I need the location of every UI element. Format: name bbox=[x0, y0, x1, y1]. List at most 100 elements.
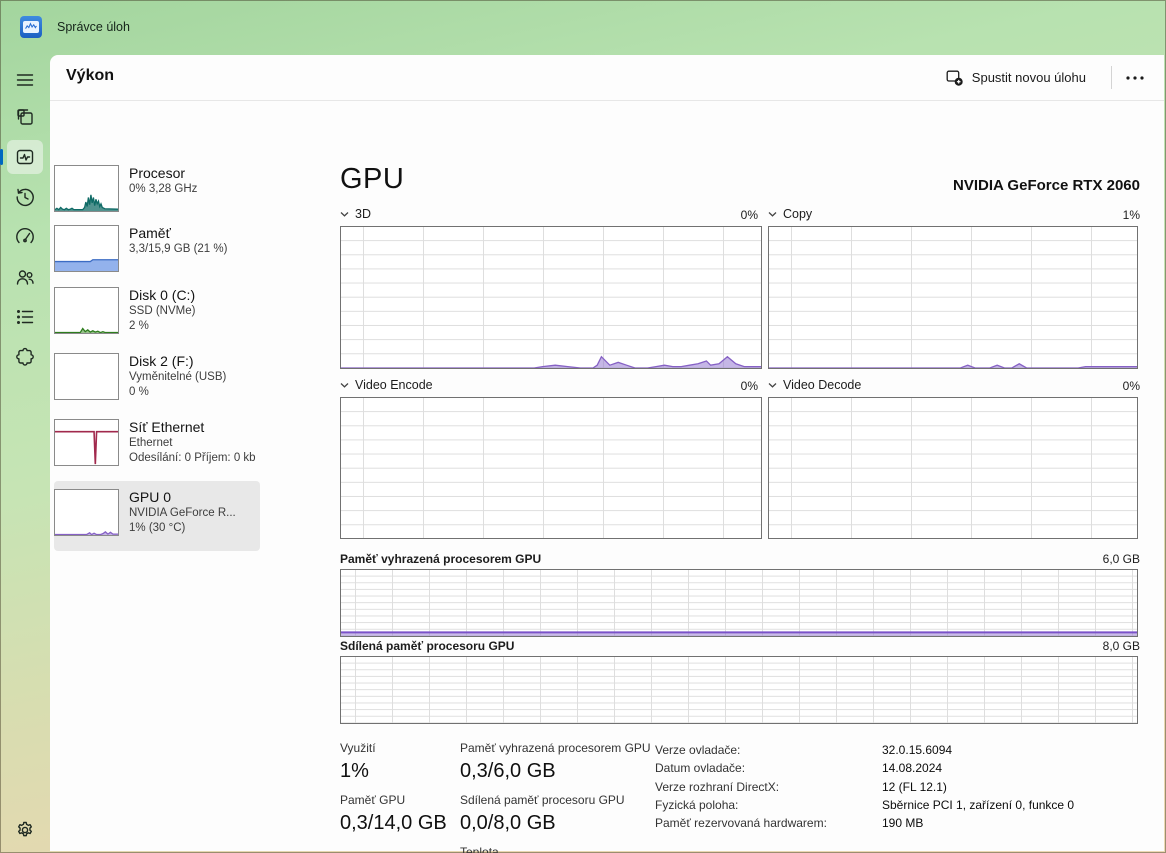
hamburger-icon bbox=[15, 70, 35, 90]
chevron-down-icon bbox=[340, 211, 349, 217]
chart-shared-memory[interactable] bbox=[340, 656, 1138, 724]
chart-dedicated-memory[interactable] bbox=[340, 569, 1138, 637]
chart-video-decode[interactable] bbox=[768, 397, 1138, 539]
disk2-mini-chart bbox=[54, 353, 119, 400]
run-task-icon bbox=[946, 69, 963, 86]
run-task-label: Spustit novou úlohu bbox=[972, 70, 1086, 85]
item-sub: SSD (NVMe) bbox=[129, 304, 260, 319]
item-title: GPU 0 bbox=[129, 489, 260, 506]
settings-button[interactable] bbox=[7, 813, 43, 847]
window-title: Správce úloh bbox=[57, 20, 130, 34]
shared-memory-chart-label: Sdílená paměť procesoru GPU bbox=[340, 639, 514, 653]
detail-row: Verze ovladače:32.0.15.6094 bbox=[655, 741, 1074, 759]
users-icon bbox=[15, 267, 35, 287]
stat-shared-memory: Sdílená paměť procesoru GPU 0,0/8,0 GB bbox=[460, 793, 625, 835]
dedicated-memory-cap: 6,0 GB bbox=[1103, 552, 1140, 566]
puzzle-icon bbox=[15, 347, 35, 367]
detail-row: Verze rozhraní DirectX:12 (FL 12.1) bbox=[655, 778, 1074, 796]
list-item-disk2[interactable]: Disk 2 (F:) Vyměnitelné (USB) 0 % bbox=[54, 353, 260, 413]
history-clock-icon bbox=[15, 187, 35, 207]
stat-dedicated-memory: Paměť vyhrazená procesorem GPU 0,3/6,0 G… bbox=[460, 741, 651, 783]
nav-services[interactable] bbox=[7, 340, 43, 374]
page-header: Výkon Spustit novou úlohu bbox=[50, 55, 1164, 101]
cpu-mini-chart bbox=[54, 165, 119, 212]
chevron-down-icon bbox=[340, 382, 349, 388]
gpu-device-name: NVIDIA GeForce RTX 2060 bbox=[953, 177, 1140, 194]
chart-copy[interactable] bbox=[768, 226, 1138, 369]
chevron-down-icon bbox=[768, 211, 777, 217]
chart-value-copy: 1% bbox=[1050, 208, 1140, 222]
dedicated-memory-chart-label: Paměť vyhrazená procesorem GPU bbox=[340, 552, 541, 566]
list-item-memory[interactable]: Paměť 3,3/15,9 GB (21 %) bbox=[54, 225, 260, 279]
chart-label: Video Encode bbox=[355, 378, 433, 392]
detail-row: Paměť rezervovaná hardwarem:190 MB bbox=[655, 814, 1074, 832]
header-divider bbox=[1111, 66, 1112, 89]
more-options-button[interactable] bbox=[1118, 64, 1152, 91]
stat-gpu-memory: Paměť GPU 0,3/14,0 GB bbox=[340, 793, 447, 835]
item-title: Paměť bbox=[129, 225, 260, 242]
chart-video-encode[interactable] bbox=[340, 397, 762, 539]
chart-section-video-decode[interactable]: Video Decode bbox=[768, 378, 861, 392]
network-mini-chart bbox=[54, 419, 119, 466]
chart-section-3d[interactable]: 3D bbox=[340, 207, 371, 221]
memory-mini-chart bbox=[54, 225, 119, 272]
item-sub: 3,3/15,9 GB (21 %) bbox=[129, 242, 260, 257]
nav-app-history[interactable] bbox=[7, 180, 43, 214]
task-manager-window: Správce úloh bbox=[0, 0, 1166, 853]
item-sub: Vyměnitelné (USB) bbox=[129, 370, 260, 385]
item-sub2: 0 % bbox=[129, 385, 260, 400]
selected-accent-pill bbox=[0, 149, 3, 165]
detail-row: Fyzická poloha:Sběrnice PCI 1, zařízení … bbox=[655, 796, 1074, 814]
item-sub2: 1% (30 °C) bbox=[129, 521, 260, 536]
run-new-task-button[interactable]: Spustit novou úlohu bbox=[936, 62, 1096, 93]
processes-icon bbox=[15, 107, 35, 127]
list-icon bbox=[15, 307, 35, 327]
gauge-icon bbox=[15, 227, 35, 247]
stat-temperature: Teplota 30 °C bbox=[460, 845, 510, 853]
item-sub: 0% 3,28 GHz bbox=[129, 182, 260, 197]
nav-users[interactable] bbox=[7, 260, 43, 294]
nav-details[interactable] bbox=[7, 300, 43, 334]
shared-memory-cap: 8,0 GB bbox=[1103, 639, 1140, 653]
item-title: Disk 2 (F:) bbox=[129, 353, 260, 370]
item-sub2: 2 % bbox=[129, 319, 260, 334]
chart-value-video-encode: 0% bbox=[668, 379, 758, 393]
nav-processes[interactable] bbox=[7, 100, 43, 134]
list-item-disk0[interactable]: Disk 0 (C:) SSD (NVMe) 2 % bbox=[54, 287, 260, 347]
chart-value-video-decode: 0% bbox=[1050, 379, 1140, 393]
settings-gear-icon bbox=[15, 820, 35, 840]
item-title: Disk 0 (C:) bbox=[129, 287, 260, 304]
list-item-ethernet[interactable]: Síť Ethernet Ethernet Odesílání: 0 Příje… bbox=[54, 419, 260, 479]
list-item-gpu0[interactable]: GPU 0 NVIDIA GeForce R... 1% (30 °C) bbox=[54, 481, 260, 551]
hamburger-menu-button[interactable] bbox=[7, 63, 43, 97]
stat-usage: Využití 1% bbox=[340, 741, 376, 783]
chart-section-video-encode[interactable]: Video Encode bbox=[340, 378, 433, 392]
item-sub: Ethernet bbox=[129, 436, 260, 451]
detail-row: Datum ovladače:14.08.2024 bbox=[655, 759, 1074, 777]
chart-label: Video Decode bbox=[783, 378, 861, 392]
chart-label: 3D bbox=[355, 207, 371, 221]
nav-rail bbox=[0, 55, 50, 853]
page-title: Výkon bbox=[66, 67, 114, 85]
performance-icon bbox=[15, 147, 35, 167]
nav-performance[interactable] bbox=[7, 140, 43, 174]
chart-section-copy[interactable]: Copy bbox=[768, 207, 812, 221]
item-sub: NVIDIA GeForce R... bbox=[129, 506, 260, 521]
main-panel: Výkon Spustit novou úlohu Procesor 0% 3,… bbox=[50, 55, 1164, 851]
chart-value-3d: 0% bbox=[668, 208, 758, 222]
item-title: Síť Ethernet bbox=[129, 419, 260, 436]
chart-3d[interactable] bbox=[340, 226, 762, 369]
disk0-mini-chart bbox=[54, 287, 119, 334]
gpu-mini-chart bbox=[54, 489, 119, 536]
list-item-cpu[interactable]: Procesor 0% 3,28 GHz bbox=[54, 165, 260, 219]
ellipsis-icon bbox=[1126, 76, 1144, 80]
titlebar: Správce úloh bbox=[0, 0, 1166, 55]
nav-startup-apps[interactable] bbox=[7, 220, 43, 254]
task-manager-app-icon bbox=[20, 16, 42, 38]
performance-device-list: Procesor 0% 3,28 GHz Paměť 3,3/15,9 GB (… bbox=[52, 101, 308, 851]
gpu-heading: GPU bbox=[340, 163, 404, 196]
item-title: Procesor bbox=[129, 165, 260, 182]
gpu-detail-pane: GPU NVIDIA GeForce RTX 2060 3D 0% Copy 1… bbox=[338, 101, 1140, 851]
chevron-down-icon bbox=[768, 382, 777, 388]
item-sub2: Odesílání: 0 Příjem: 0 kb bbox=[129, 451, 260, 466]
